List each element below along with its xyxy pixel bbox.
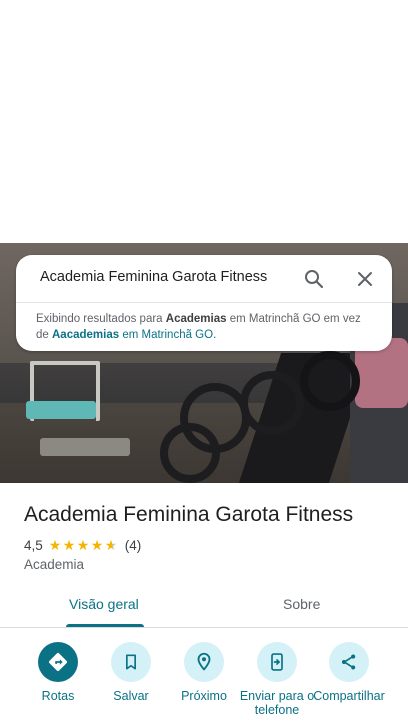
- share-label: Compartilhar: [313, 689, 385, 703]
- place-title: Academia Feminina Garota Fitness: [24, 503, 354, 526]
- directions-label: Rotas: [41, 689, 75, 703]
- send-to-phone-button[interactable]: Enviar para o telefone: [237, 640, 317, 717]
- tab-bar: Visão geral Sobre: [0, 586, 408, 628]
- nearby-icon: [184, 642, 224, 682]
- photo-bike-wheel: [240, 371, 304, 435]
- photo-bike-wheel: [300, 351, 360, 411]
- save-button[interactable]: Salvar: [91, 640, 171, 703]
- corrected-term: Academias: [165, 313, 227, 325]
- correction-prefix: Exibindo resultados para: [36, 313, 166, 325]
- search-query[interactable]: Academia Feminina Garota Fitness: [40, 269, 267, 285]
- search-icon[interactable]: [302, 267, 326, 291]
- original-term-link[interactable]: Aacademias: [52, 329, 119, 341]
- star-icon: ★: [90, 537, 104, 553]
- original-term-suffix[interactable]: em Matrinchã GO.: [119, 329, 216, 341]
- send-to-phone-label: Enviar para o telefone: [239, 689, 315, 717]
- star-rating: ★ ★ ★ ★ ★: [49, 538, 119, 552]
- star-icon: ★: [62, 537, 76, 553]
- rating-row[interactable]: 4,5 ★ ★ ★ ★ ★ (4): [24, 536, 141, 554]
- bookmark-icon: [111, 642, 151, 682]
- place-category: Academia: [24, 557, 85, 572]
- action-bar: Rotas Salvar Próximo Enviar para o telef…: [0, 640, 408, 726]
- search-card: Academia Feminina Garota Fitness Exibind…: [16, 255, 392, 351]
- photo-step: [40, 438, 130, 456]
- nearby-label: Próximo: [181, 689, 227, 703]
- star-icon: ★: [76, 537, 90, 553]
- share-icon: [329, 642, 369, 682]
- save-label: Salvar: [113, 689, 149, 703]
- nearby-button[interactable]: Próximo: [164, 640, 244, 703]
- tab-overview[interactable]: Visão geral: [69, 596, 139, 612]
- map-area[interactable]: [0, 0, 408, 243]
- directions-button[interactable]: Rotas: [18, 640, 98, 703]
- review-count[interactable]: (4): [125, 538, 142, 553]
- share-button[interactable]: Compartilhar: [309, 640, 389, 703]
- send-to-phone-icon: [257, 642, 297, 682]
- tab-about[interactable]: Sobre: [283, 596, 320, 612]
- half-star-icon: ★: [104, 537, 118, 553]
- photo-bike-wheel: [160, 423, 220, 483]
- directions-icon: [38, 642, 78, 682]
- divider: [16, 302, 392, 303]
- close-icon[interactable]: [353, 267, 377, 291]
- spelling-correction-notice: Exibindo resultados para Academias em Ma…: [36, 311, 376, 343]
- search-bar[interactable]: Academia Feminina Garota Fitness: [16, 255, 392, 303]
- star-icon: ★: [48, 537, 62, 553]
- rating-value: 4,5: [24, 537, 43, 553]
- active-tab-indicator: [66, 624, 144, 627]
- photo-bench: [26, 401, 96, 419]
